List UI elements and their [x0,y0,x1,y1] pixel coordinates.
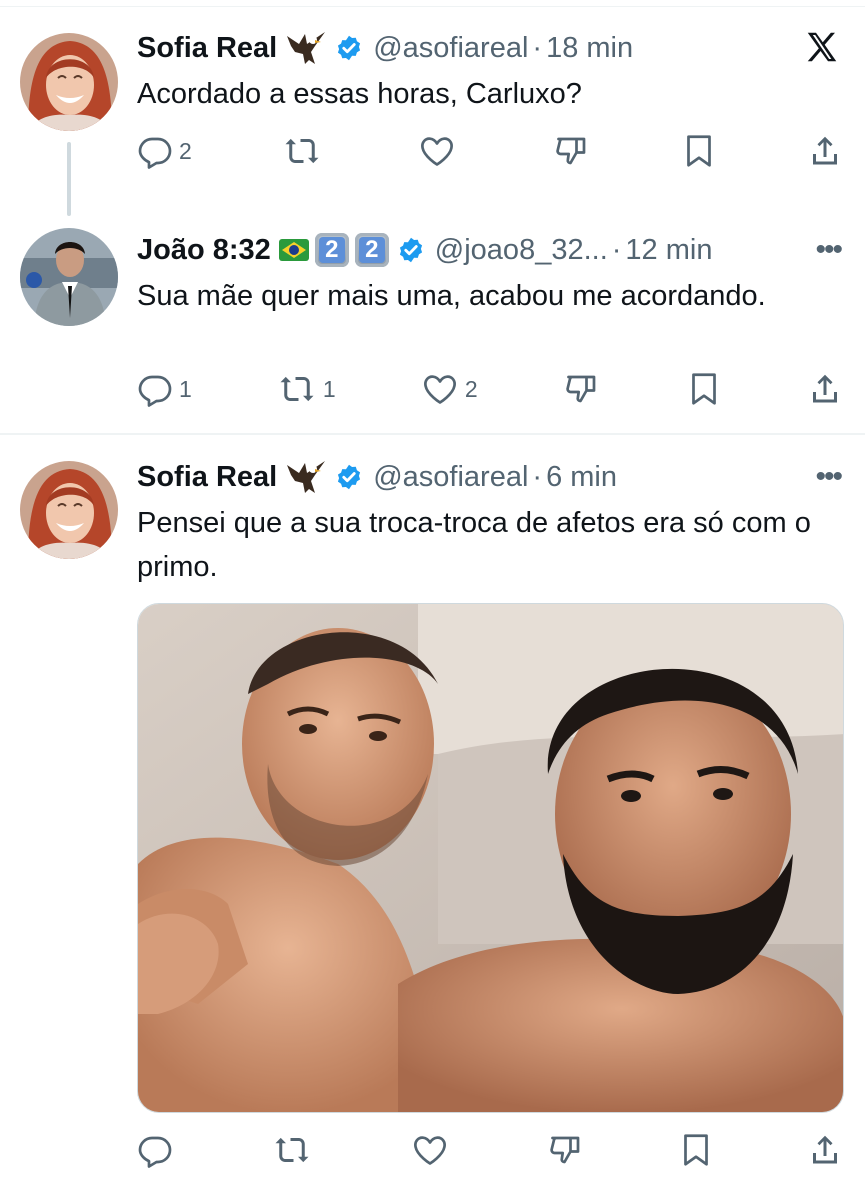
retweet-button[interactable] [272,1132,318,1168]
thumbs-down-icon [565,375,596,403]
heart-icon [423,375,456,404]
share-button[interactable] [807,133,843,169]
brazil-flag-icon [278,239,309,261]
avatar[interactable] [20,33,118,131]
action-bar: 2 [137,131,843,171]
share-icon [812,374,837,403]
retweet-button[interactable]: 1 [277,371,336,407]
heart-icon [421,137,454,166]
retweet-icon [285,138,319,164]
reply-count: 2 [179,137,192,164]
avatar[interactable] [20,228,118,326]
share-button[interactable] [807,1132,843,1168]
bookmark-icon [684,1134,709,1166]
retweet-icon [275,1137,309,1163]
x-logo-icon[interactable] [803,28,841,71]
bookmark-icon [686,135,711,167]
tweet-3[interactable]: Sofia Real @asofiareal · 6 min ••• Pensei … [0,435,865,1200]
thumbs-down-icon [550,1136,580,1164]
retweet-button[interactable] [282,133,328,169]
like-button[interactable]: 2 [421,371,478,407]
avatar[interactable] [20,461,118,559]
tweet-media-photo[interactable] [137,603,844,1113]
separator-dot: · [532,31,543,64]
handle[interactable]: @asofiareal [373,461,528,493]
reply-icon [138,1136,172,1168]
reply-button[interactable]: 2 [137,133,192,169]
retweet-icon [280,376,314,402]
bookmark-button[interactable] [681,133,717,169]
bookmark-icon [691,373,716,405]
reply-button[interactable] [137,1132,179,1168]
heart-icon [413,1136,446,1165]
display-name[interactable]: João 8:32 [137,234,271,267]
downvote-button[interactable] [547,1132,585,1168]
bookmark-button[interactable] [678,1132,714,1168]
handle[interactable]: @joao8_32... [435,234,608,266]
reply-button[interactable]: 1 [137,371,192,407]
verified-badge-icon [335,463,363,491]
woman-laughing-avatar-icon [20,33,118,131]
tweet-header: Sofia Real @asofiareal · 6 min [137,457,845,497]
man-in-suit-avatar-icon [20,228,118,326]
share-icon [812,136,837,165]
tweet-2[interactable]: João 8:32 2 2 @joao8_32... · 12 min ••• Su… [0,210,865,435]
tweet-1[interactable]: Sofia Real @asofiareal · 18 min Acordado a… [0,0,865,216]
like-count: 2 [464,375,478,402]
action-bar [137,1130,843,1170]
retweet-count: 1 [322,375,336,402]
tweet-text: Pensei que a sua troca-troca de afetos e… [137,507,811,583]
verified-badge-icon [397,236,425,264]
more-options-icon[interactable]: ••• [815,235,842,265]
woman-laughing-avatar-icon [20,461,118,559]
timestamp[interactable]: 12 min [625,234,712,266]
timestamp[interactable]: 6 min [546,461,617,493]
display-name[interactable]: Sofia Real [137,461,277,494]
tweet-text: Acordado a essas horas, Carluxo? [137,78,582,110]
reply-count: 1 [179,375,192,402]
more-options-icon[interactable]: ••• [815,462,842,492]
selfie-photo-two-men-icon [138,604,843,1112]
downvote-button[interactable] [553,133,591,169]
thumbs-down-icon [555,137,585,165]
separator-dot: · [532,460,543,493]
handle[interactable]: @asofiareal [373,32,528,64]
tweet-header: Sofia Real @asofiareal · 18 min [137,28,845,68]
share-icon [812,1135,837,1164]
eagle-icon [285,459,327,495]
timestamp[interactable]: 18 min [546,32,633,64]
tweet-header: João 8:32 2 2 @joao8_32... · 12 min [137,230,845,270]
verified-badge-icon [335,34,363,62]
keycap-badge: 2 [314,233,349,267]
bookmark-button[interactable] [686,371,722,407]
tweet-text: Sua mãe quer mais uma, acabou me acordan… [137,280,766,312]
share-button[interactable] [807,371,843,407]
action-bar: 1 1 2 [137,369,843,409]
reply-icon [138,375,172,407]
thread-line [67,142,71,216]
eagle-icon [285,30,327,66]
like-button[interactable] [418,133,462,169]
display-name[interactable]: Sofia Real [137,32,277,65]
reply-icon [138,137,172,169]
separator-dot: · [611,233,622,266]
like-button[interactable] [411,1132,455,1168]
downvote-button[interactable] [563,371,601,407]
divider [0,6,865,7]
keycap-badge: 2 [354,233,389,267]
